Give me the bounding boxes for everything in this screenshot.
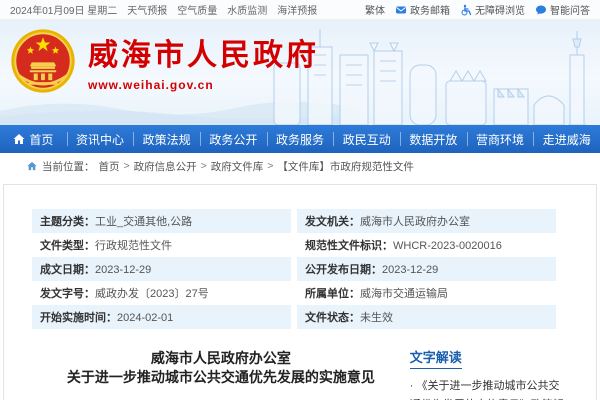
nav-item-public-interaction[interactable]: 政民互动 [333,125,400,153]
site-title: 威海市人民政府 [88,30,319,74]
city-skyline-decoration [270,25,600,125]
meta-label-doc-status: 文件状态： [305,312,360,324]
nav-item-business-environment[interactable]: 营商环境 [467,125,534,153]
breadcrumb-item-document-library[interactable]: 政府文件库 [211,159,264,174]
nav-item-news-center[interactable]: 资讯中心 [67,125,134,153]
bullet: · [410,380,414,392]
breadcrumb-separator: > [124,160,130,172]
wheelchair-icon [460,4,472,16]
nav-item-gov-services[interactable]: 政务服务 [267,125,334,153]
site-brand[interactable]: 威海市人民政府 www.weihai.gov.cn [10,28,319,94]
link-water-quality[interactable]: 水质监测 [227,2,267,17]
meta-label-publish-date: 公开发布日期： [305,264,382,276]
meta-value-publish-date: 2023-12-29 [382,264,438,276]
meta-label-doc-type: 文件类型： [40,240,95,252]
policy-interpretation-link[interactable]: 《关于进一步推动城市公共交通优先发展的实施意见》政策解读 [410,380,564,400]
table-row: 开始实施时间：2024-02-01 文件状态：未生效 [32,305,556,329]
breadcrumb-separator: > [201,160,207,172]
nav-item-policies-laws[interactable]: 政策法规 [133,125,200,153]
mail-icon [395,4,407,16]
nav-item-open-data[interactable]: 数据开放 [400,125,467,153]
breadcrumb-item-info-disclosure[interactable]: 政府信息公开 [134,159,197,174]
breadcrumb-separator: > [267,160,273,172]
meta-label-doc-id: 规范性文件标识： [305,240,393,252]
table-row: 主题分类：工业_交通其他,公路 发文机关：威海市人民政府办公室 [32,209,556,233]
link-air-quality[interactable]: 空气质量 [177,2,217,17]
top-utility-bar: 2024年01月09日 星期二 天气预报 空气质量 水质监测 海洋预报 繁体 政… [0,0,600,20]
lower-content: 威海市人民政府办公室 关于进一步推动城市公共交通优先发展的实施意见 文字解读 ·… [32,345,568,400]
table-row: 发文字号：威政办发〔2023〕27号 所属单位：威海市交通运输局 [32,281,556,305]
breadcrumb-home-icon [26,160,38,172]
document-title: 威海市人民政府办公室 关于进一步推动城市公共交通优先发展的实施意见 [32,345,410,400]
meta-value-issuing-agency: 威海市人民政府办公室 [360,216,470,228]
meta-label-topic: 主题分类： [40,216,95,228]
meta-value-doc-id: WHCR-2023-0020016 [393,240,502,252]
chat-bubble-icon [535,4,547,16]
document-metadata-table: 主题分类：工业_交通其他,公路 发文机关：威海市人民政府办公室 文件类型：行政规… [26,209,562,329]
brand-text: 威海市人民政府 www.weihai.gov.cn [88,30,319,92]
current-date: 2024年01月09日 星期二 [10,2,117,17]
meta-label-doc-number: 发文字号： [40,288,95,300]
link-weather-forecast[interactable]: 天气预报 [127,2,167,17]
meta-value-topic: 工业_交通其他,公路 [95,216,192,228]
nav-item-about-weihai[interactable]: 走进威海 [533,125,600,153]
breadcrumb: 当前位置： 首页 > 政府信息公开 > 政府文件库 > 【文件库】市政府规范性文… [0,153,600,179]
metadata-rows: 主题分类：工业_交通其他,公路 发文机关：威海市人民政府办公室 文件类型：行政规… [32,209,556,329]
site-header: 威海市人民政府 www.weihai.gov.cn [0,20,600,125]
meta-value-doc-status: 未生效 [360,312,393,324]
meta-label-written-date: 成文日期： [40,264,95,276]
list-item[interactable]: · 《关于进一步推动城市公共交通优先发展的实施意见》政策解读 [410,377,568,400]
table-row: 成文日期：2023-12-29 公开发布日期：2023-12-29 [32,257,556,281]
meta-label-issuing-agency: 发文机关： [305,216,360,228]
breadcrumb-item-normative-documents[interactable]: 【文件库】市政府规范性文件 [277,159,414,174]
site-url: www.weihai.gov.cn [88,78,319,92]
breadcrumb-label: 当前位置： [42,159,95,174]
meta-value-written-date: 2023-12-29 [95,264,151,276]
document-detail-panel: 主题分类：工业_交通其他,公路 发文机关：威海市人民政府办公室 文件类型：行政规… [3,184,597,400]
topbar-left: 2024年01月09日 星期二 天气预报 空气质量 水质监测 海洋预报 [10,2,317,17]
nav-item-home[interactable]: 首页 [0,125,67,153]
accessibility-link[interactable]: 无障碍浏览 [460,2,525,17]
smart-qa-link[interactable]: 智能问答 [535,2,590,17]
meta-value-doc-type: 行政规范性文件 [95,240,172,252]
nav-item-gov-disclosure[interactable]: 政务公开 [200,125,267,153]
text-interpretation-heading[interactable]: 文字解读 [410,347,462,369]
document-title-line2: 关于进一步推动城市公共交通优先发展的实施意见 [32,368,410,387]
meta-label-effective-date: 开始实施时间： [40,312,117,324]
breadcrumb-item-home[interactable]: 首页 [99,159,120,174]
traditional-chinese-toggle[interactable]: 繁体 [365,2,385,17]
topbar-right: 繁体 政务邮箱 无障碍浏览 智能问答 [365,2,590,17]
interpretation-sidebar: 文字解读 · 《关于进一步推动城市公共交通优先发展的实施意见》政策解读 [410,345,568,400]
meta-value-effective-date: 2024-02-01 [117,312,173,324]
link-ocean-forecast[interactable]: 海洋预报 [277,2,317,17]
meta-value-owning-unit: 威海市交通运输局 [360,288,448,300]
table-row: 文件类型：行政规范性文件 规范性文件标识：WHCR-2023-0020016 [32,233,556,257]
home-icon [13,133,25,145]
national-emblem [10,28,76,94]
main-navigation: 首页 资讯中心 政策法规 政务公开 政务服务 政民互动 数据开放 营商环境 走进… [0,125,600,153]
meta-value-doc-number: 威政办发〔2023〕27号 [95,288,209,300]
meta-label-owning-unit: 所属单位： [305,288,360,300]
gov-mail-link[interactable]: 政务邮箱 [395,2,450,17]
document-title-line1: 威海市人民政府办公室 [32,349,410,368]
